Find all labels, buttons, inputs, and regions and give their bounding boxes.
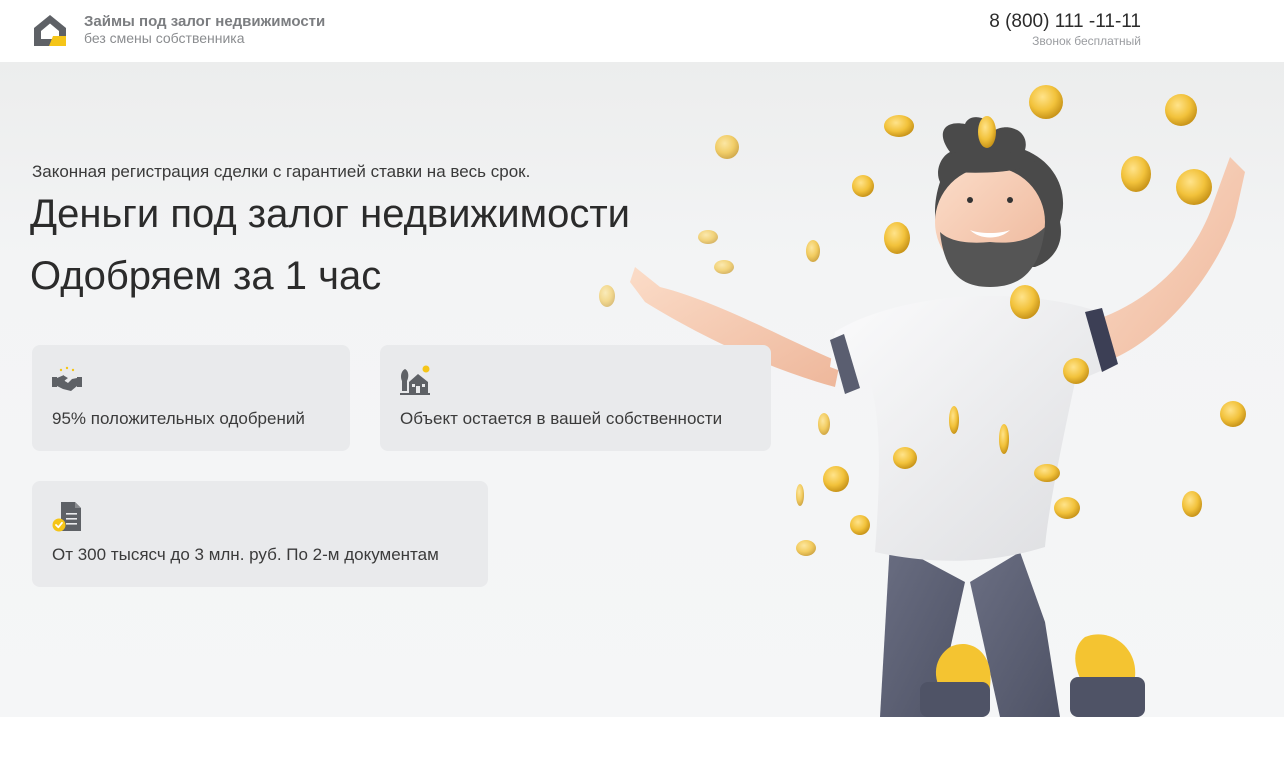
feature-card-amount: От 300 тысясч до 3 млн. руб. По 2-м доку… — [32, 481, 488, 587]
head — [935, 117, 1064, 287]
feature-card-ownership: Объект остается в вашей собственности — [380, 345, 771, 451]
brand: Займы под залог недвижимости без смены с… — [84, 13, 325, 47]
hero-section: Законная регистрация сделки с гарантией … — [0, 62, 1284, 717]
brand-title: Займы под залог недвижимости — [84, 13, 326, 30]
phone-note: Звонок бесплатный — [1032, 34, 1141, 48]
hero-subtitle: Одобряем за 1 час — [30, 254, 382, 298]
phone-link[interactable]: 8 (800) 111 -11-11 — [989, 11, 1141, 33]
torso — [830, 295, 1118, 561]
logo-house-icon[interactable] — [32, 12, 68, 48]
contact-block: 8 (800) 111 -11-11 Звонок бесплатный — [989, 11, 1141, 49]
feature-text: 95% положительных одобрений — [52, 409, 305, 428]
legs — [880, 542, 1145, 717]
feature-text: От 300 тысясч до 3 млн. руб. По 2-м доку… — [52, 545, 439, 564]
brand-subtitle: без смены собственника — [84, 30, 245, 46]
hero-tagline: Законная регистрация сделки с гарантией … — [32, 162, 531, 181]
house-icon — [400, 365, 430, 395]
site-header: Займы под залог недвижимости без смены с… — [0, 0, 1284, 62]
document-check-icon — [52, 502, 81, 532]
hero-title: Деньги под залог недвижимости — [30, 192, 631, 236]
feature-text: Объект остается в вашей собственности — [400, 409, 723, 428]
feature-card-approvals: 95% положительных одобрений — [32, 345, 350, 451]
handshake-icon — [52, 366, 82, 391]
right-arm — [1090, 157, 1245, 362]
